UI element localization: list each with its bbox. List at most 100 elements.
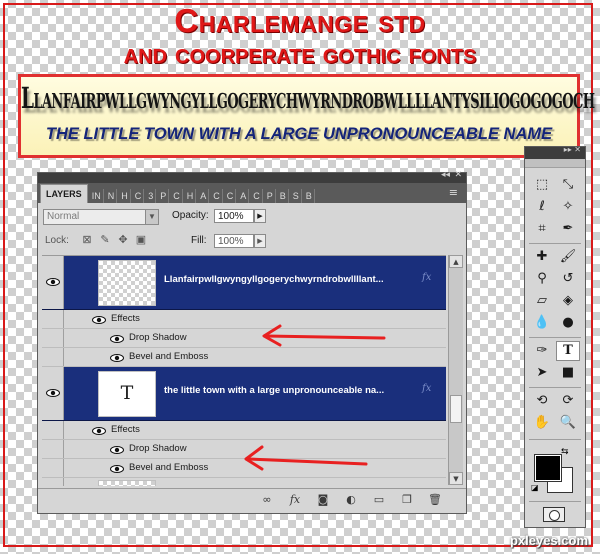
blend-mode-select[interactable]: Normal ▼ [43,209,159,225]
zoom-icon[interactable]: 🔍 [556,413,580,433]
visibility-toggle[interactable] [42,256,64,309]
tab-styles[interactable]: S [291,189,302,203]
scroll-up-icon[interactable]: ▲ [449,255,463,268]
scroll-thumb[interactable] [450,395,462,423]
effect-row-drop-shadow[interactable]: Drop Shadow [42,440,446,459]
opacity-slider-button[interactable]: ▶ [254,209,266,223]
paint-bucket-icon[interactable]: ◈ [556,291,580,311]
effect-row-bevel-emboss[interactable]: Bevel and Emboss [42,459,446,478]
eraser-icon[interactable]: ▱ [530,291,554,311]
layer-name[interactable]: Llanfairpwllgwyngyllgogerychwyrndrobwlll… [164,274,384,285]
adjustment-icon[interactable]: ◐ [344,493,358,507]
tab-3d[interactable]: 3 [146,189,157,203]
tab-histogram[interactable]: H [119,189,131,203]
trash-icon[interactable]: 🗑 [428,493,442,507]
opacity-input[interactable]: 100% [214,209,254,223]
effect-row-drop-shadow[interactable]: Drop Shadow [42,329,446,348]
magic-wand-icon[interactable]: ✧ [556,197,580,217]
tab-actions[interactable]: A [198,189,210,203]
quick-mask-icon[interactable] [543,507,565,522]
lasso-icon[interactable]: ℓ [530,197,554,217]
layer-name[interactable]: the little town with a large unpronounce… [164,385,384,396]
tab-paragraph[interactable]: P [265,189,276,203]
tab-paths[interactable]: P [158,189,170,203]
scroll-down-icon[interactable]: ▼ [449,472,463,485]
visibility-toggle[interactable] [42,478,64,486]
collapse-icon[interactable]: ◂◂ [441,170,450,180]
move-icon[interactable]: ⤡ [556,175,580,195]
tab-character[interactable]: C [211,189,223,203]
eye-icon[interactable] [110,465,124,473]
panel-menu-icon[interactable]: ≡ [449,186,458,199]
foreground-color-swatch[interactable] [534,454,562,482]
path-selection-icon[interactable]: ➤ [530,363,554,383]
tab-brush-presets[interactable]: B [304,189,315,203]
close-icon[interactable]: ✕ [454,170,462,180]
effects-row[interactable]: Effects [42,310,446,329]
fx-icon[interactable]: fx [288,493,302,507]
link-icon[interactable]: ∞ [260,493,274,507]
visibility-toggle[interactable] [42,440,64,458]
lock-transparent-icon[interactable]: ⊠ [81,234,93,246]
tab-navigator[interactable]: N [106,189,118,203]
tab-character-styles[interactable]: C [251,189,263,203]
layers-scrollbar[interactable]: ▲ ▼ [448,255,463,485]
fx-badge-icon[interactable]: fx [422,383,431,394]
type-icon[interactable]: T [556,341,580,361]
layer-row[interactable]: T the little town with a large unpronoun… [42,367,446,421]
tools-grip[interactable] [525,159,585,168]
lock-position-icon[interactable]: ✥ [117,234,129,246]
layer-row[interactable] [42,478,446,486]
eyedropper-icon[interactable]: ✒ [556,219,580,239]
eye-icon[interactable] [110,446,124,454]
effect-row-bevel-emboss[interactable]: Bevel and Emboss [42,348,446,367]
tools-title-bar[interactable]: ▸▸ ✕ [525,145,585,159]
tab-info[interactable]: IN [90,189,104,203]
eye-icon[interactable] [110,354,124,362]
3d-orbit-icon[interactable]: ⟳ [556,391,580,411]
fill-input[interactable]: 100% [214,234,254,248]
dodge-icon[interactable]: ● [556,313,580,333]
swap-colors-icon[interactable]: ⇆ [561,447,569,457]
eye-icon[interactable] [110,335,124,343]
visibility-toggle[interactable] [42,348,64,366]
visibility-toggle[interactable] [42,421,64,439]
visibility-toggle[interactable] [42,459,64,477]
tab-channels[interactable]: C [171,189,183,203]
brush-icon[interactable]: 🖌 [556,247,580,267]
pen-icon[interactable]: ✑ [530,341,554,361]
mask-icon[interactable]: ◙ [316,493,330,507]
healing-brush-icon[interactable]: ✚ [530,247,554,267]
lock-image-icon[interactable]: ✎ [99,234,111,246]
chevron-down-icon[interactable]: ▼ [145,210,158,224]
panel-title-bar[interactable]: ◂◂ ✕ [38,170,466,183]
fill-slider-button[interactable]: ▶ [254,234,266,248]
tab-brushes[interactable]: B [278,189,289,203]
new-layer-icon[interactable]: ❐ [400,493,414,507]
tab-adjustments[interactable]: A [238,189,250,203]
clone-stamp-icon[interactable]: ⚲ [530,269,554,289]
history-brush-icon[interactable]: ↺ [556,269,580,289]
3d-rotate-icon[interactable]: ⟲ [530,391,554,411]
default-colors-icon[interactable]: ◪ [531,483,539,492]
eye-icon[interactable] [92,316,106,324]
tab-history[interactable]: H [185,189,197,203]
visibility-toggle[interactable] [42,329,64,347]
tab-clone-source[interactable]: C [225,189,237,203]
tab-layers[interactable]: LAYERS [40,184,88,203]
group-folder-icon[interactable]: ▭ [372,493,386,507]
crop-icon[interactable]: ⌗ [530,219,554,239]
marquee-icon[interactable]: ⬚ [530,175,554,195]
hand-icon[interactable]: ✋ [530,413,554,433]
visibility-toggle[interactable] [42,367,64,420]
tab-color[interactable]: C [133,189,145,203]
rectangle-icon[interactable]: ■ [556,363,580,383]
lock-all-icon[interactable]: ▣ [135,234,147,246]
visibility-toggle[interactable] [42,310,64,328]
eye-icon[interactable] [92,427,106,435]
fx-badge-icon[interactable]: fx [422,272,431,283]
effects-row[interactable]: Effects [42,421,446,440]
collapse-icon[interactable]: ▸▸ ✕ [564,145,581,154]
layer-row[interactable]: Llanfairpwllgwyngyllgogerychwyrndrobwlll… [42,256,446,310]
blur-icon[interactable]: 💧 [530,313,554,333]
